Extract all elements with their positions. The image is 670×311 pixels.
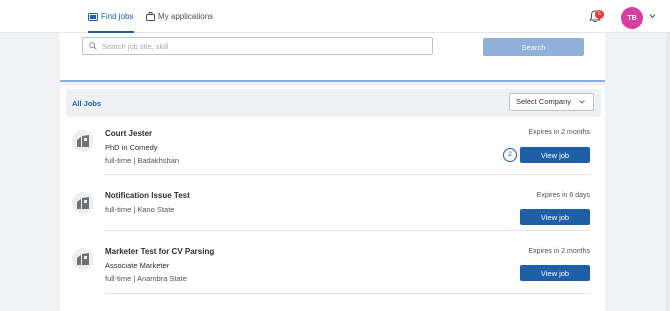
- company-select[interactable]: Select Company: [509, 93, 594, 111]
- job-expiry: Expires in 2 months: [528, 129, 590, 136]
- top-nav: Find jobs My applications 6 TB: [0, 0, 670, 33]
- view-job-button[interactable]: View job: [520, 147, 590, 163]
- job-subtitle: PhD in Comedy: [105, 143, 158, 152]
- job-expiry: Expires in 2 months: [528, 248, 590, 255]
- briefcase-search-icon: [88, 13, 98, 21]
- notification-badge: 6: [595, 10, 604, 19]
- job-meta: full-time | Badakhshan: [105, 156, 180, 165]
- job-meta: full-time | Kano State: [105, 205, 175, 214]
- search-button[interactable]: Search: [483, 38, 584, 56]
- job-title: Notification Issue Test: [105, 191, 190, 200]
- job-meta: full-time | Anambra State: [105, 274, 187, 283]
- search-field[interactable]: [82, 37, 433, 55]
- job-subtitle: Associate Marketer: [105, 261, 170, 270]
- divider: [105, 174, 590, 175]
- job-title: Marketer Test for CV Parsing: [105, 247, 215, 256]
- company-logo-icon: [72, 130, 94, 152]
- tab-my-applications[interactable]: My applications: [146, 0, 214, 33]
- company-logo-icon: [72, 248, 94, 270]
- scrollbar[interactable]: [666, 33, 670, 311]
- tab-my-applications-label: My applications: [158, 12, 214, 21]
- tab-find-jobs[interactable]: Find jobs: [88, 0, 134, 33]
- search-input[interactable]: [102, 39, 422, 53]
- all-jobs-heading: All Jobs: [72, 99, 102, 108]
- job-title: Court Jester: [105, 129, 153, 138]
- company-logo-icon: [72, 192, 94, 214]
- chevron-down-icon: [579, 100, 585, 104]
- step-marker: 2: [503, 148, 517, 162]
- divider: [105, 293, 590, 294]
- view-job-button[interactable]: View job: [520, 209, 590, 225]
- jobs-list: All Jobs Select Company Court Jester PhD…: [60, 85, 605, 311]
- search-icon: [89, 42, 97, 50]
- briefcase-icon: [146, 12, 155, 21]
- search-bar: Search: [60, 33, 605, 82]
- tab-find-jobs-label: Find jobs: [101, 12, 134, 21]
- chevron-down-icon[interactable]: [649, 13, 656, 19]
- jobs-list-header: All Jobs Select Company: [66, 89, 601, 117]
- view-job-button[interactable]: View job: [520, 265, 590, 281]
- avatar[interactable]: TB: [621, 7, 643, 29]
- job-expiry: Expires in 6 days: [536, 192, 590, 199]
- company-select-label: Select Company: [516, 97, 572, 106]
- divider: [105, 230, 590, 231]
